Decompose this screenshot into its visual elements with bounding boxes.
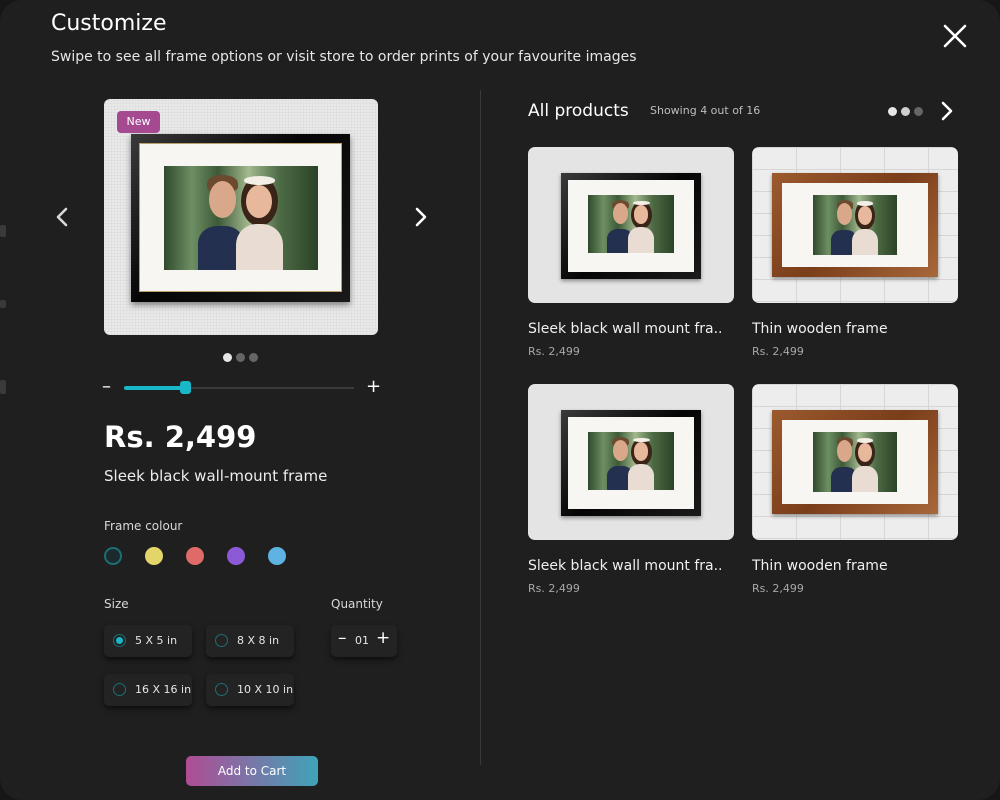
customize-modal: Customize Swipe to see all frame options… — [0, 0, 1000, 800]
product-card-title[interactable]: Sleek black wall mount fra.. — [528, 321, 722, 337]
zoom-slider-fill — [124, 386, 187, 390]
product-name: Sleek black wall-mount frame — [104, 467, 328, 485]
frame-colour-swatch[interactable] — [268, 547, 286, 565]
couple-photo — [588, 195, 674, 253]
chevron-right-icon — [415, 207, 427, 227]
quantity-stepper: – 01 + — [331, 625, 397, 657]
preview-prev-button[interactable] — [52, 205, 72, 229]
carousel-dot[interactable] — [223, 353, 232, 362]
product-card-title[interactable]: Thin wooden frame — [752, 558, 888, 574]
preview-next-button[interactable] — [411, 205, 431, 229]
frame-colour-swatch[interactable] — [186, 547, 204, 565]
carousel-dot[interactable] — [249, 353, 258, 362]
add-to-cart-button[interactable]: Add to Cart — [186, 756, 318, 786]
frame-colour-swatch[interactable] — [145, 547, 163, 565]
couple-photo — [588, 432, 674, 490]
quantity-value: 01 — [355, 634, 369, 647]
product-card-price: Rs. 2,499 — [752, 582, 804, 595]
couple-photo — [164, 166, 318, 270]
radio-icon — [215, 634, 228, 647]
couple-photo — [813, 432, 897, 492]
product-card-image[interactable] — [528, 384, 734, 540]
product-card-title[interactable]: Sleek black wall mount fra.. — [528, 558, 722, 574]
products-carousel-dots — [888, 107, 923, 116]
products-title: All products — [528, 101, 629, 121]
close-icon — [943, 24, 967, 48]
zoom-in-button[interactable]: + — [366, 378, 381, 396]
frame-colour-label: Frame colour — [104, 519, 183, 533]
close-button[interactable] — [940, 21, 970, 51]
product-card-title[interactable]: Thin wooden frame — [752, 321, 888, 337]
frame-colour-swatch[interactable] — [104, 547, 122, 565]
product-card-image[interactable] — [528, 147, 734, 303]
zoom-slider[interactable] — [124, 381, 354, 394]
radio-icon — [113, 634, 126, 647]
chevron-right-icon — [941, 101, 953, 121]
radio-icon — [215, 683, 228, 696]
quantity-label: Quantity — [331, 597, 383, 611]
zoom-out-button[interactable]: – — [102, 378, 111, 396]
size-option-16x16[interactable]: 16 X 16 in — [104, 674, 192, 706]
frame-preview — [104, 99, 378, 335]
new-badge: New — [117, 111, 160, 133]
carousel-dot[interactable] — [914, 107, 923, 116]
size-option-8x8[interactable]: 8 X 8 in — [206, 625, 294, 657]
products-next-button[interactable] — [937, 99, 957, 123]
chevron-left-icon — [56, 207, 68, 227]
radio-icon — [113, 683, 126, 696]
carousel-dot[interactable] — [236, 353, 245, 362]
modal-title: Customize — [51, 11, 167, 36]
background-peek — [0, 300, 6, 308]
quantity-decrease-button[interactable]: – — [338, 628, 347, 648]
size-label: Size — [104, 597, 129, 611]
zoom-slider-handle[interactable] — [180, 381, 192, 394]
preview-frame — [131, 134, 350, 302]
frame-colour-swatch[interactable] — [227, 547, 245, 565]
product-card-price: Rs. 2,499 — [752, 345, 804, 358]
preview-carousel-dots — [223, 353, 258, 362]
product-price: Rs. 2,499 — [104, 420, 257, 454]
background-peek — [0, 225, 6, 237]
size-option-5x5[interactable]: 5 X 5 in — [104, 625, 192, 657]
product-card-price: Rs. 2,499 — [528, 345, 580, 358]
quantity-increase-button[interactable]: + — [376, 628, 390, 648]
products-count: Showing 4 out of 16 — [650, 104, 761, 117]
product-card-image[interactable] — [752, 147, 958, 303]
product-card-price: Rs. 2,499 — [528, 582, 580, 595]
size-option-10x10[interactable]: 10 X 10 in — [206, 674, 294, 706]
product-card-image[interactable] — [752, 384, 958, 540]
background-peek — [0, 380, 6, 394]
carousel-dot[interactable] — [888, 107, 897, 116]
modal-subtitle: Swipe to see all frame options or visit … — [51, 49, 637, 65]
carousel-dot[interactable] — [901, 107, 910, 116]
panel-divider — [480, 90, 481, 765]
couple-photo — [813, 195, 897, 255]
